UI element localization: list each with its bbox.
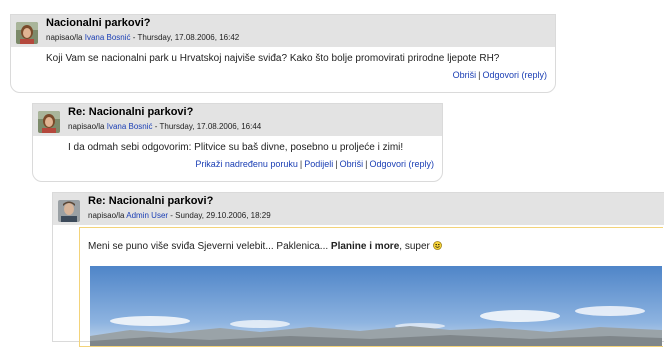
- post-date: - Thursday, 17.08.2006, 16:44: [154, 122, 262, 131]
- post-header: Nacionalni parkovi? napisao/la Ivana Bos…: [11, 15, 555, 47]
- author-link[interactable]: Admin User: [126, 211, 168, 220]
- post-message-box: Meni se puno više sviđa Sjeverni velebit…: [79, 227, 663, 347]
- post-header: Re: Nacionalni parkovi? napisao/la Ivana…: [33, 104, 442, 136]
- post-subject: Re: Nacionalni parkovi?: [88, 195, 214, 207]
- post-date: - Thursday, 17.08.2006, 16:42: [132, 33, 240, 42]
- post-header: Re: Nacionalni parkovi? napisao/la Admin…: [53, 193, 664, 225]
- post-subject: Re: Nacionalni parkovi?: [68, 106, 194, 118]
- landscape-photo: [90, 266, 662, 346]
- delete-link[interactable]: Obriši: [453, 70, 477, 80]
- woman-avatar-icon[interactable]: [16, 22, 38, 44]
- post-message: Koji Vam se nacionalni park u Hrvatskoj …: [46, 53, 500, 64]
- author-link[interactable]: Ivana Bosnić: [107, 122, 153, 131]
- post-message: Meni se puno više sviđa Sjeverni velebit…: [88, 241, 442, 252]
- message-text-bold: Planine i more: [330, 241, 400, 252]
- forum-post-2: Re: Nacionalni parkovi? napisao/la Ivana…: [32, 103, 443, 182]
- post-message: I da odmah sebi odgovorim: Plitvice su b…: [68, 142, 404, 153]
- post-meta: napisao/la Ivana Bosnić - Thursday, 17.0…: [68, 122, 261, 131]
- forum-post-1: Nacionalni parkovi? napisao/la Ivana Bos…: [10, 14, 556, 93]
- split-link[interactable]: Podijeli: [304, 159, 333, 169]
- message-text-end: , super: [399, 241, 430, 252]
- delete-link[interactable]: Obriši: [340, 159, 364, 169]
- post-commands: Prikaži nadređenu poruku | Podijeli | Obriši…: [195, 159, 434, 169]
- post-subject: Nacionalni parkovi?: [46, 17, 151, 29]
- reply-link[interactable]: Odgovori (reply): [369, 159, 434, 169]
- post-meta: napisao/la Admin User - Sunday, 29.10.20…: [88, 211, 271, 220]
- written-by-label: napisao/la: [46, 33, 83, 42]
- author-link[interactable]: Ivana Bosnić: [85, 33, 131, 42]
- reply-link[interactable]: Odgovori (reply): [482, 70, 547, 80]
- man-avatar-icon[interactable]: [58, 200, 80, 222]
- woman-avatar-icon[interactable]: [38, 111, 60, 133]
- message-text-start: Meni se puno više sviđa Sjeverni velebit…: [88, 241, 329, 252]
- post-commands: Obriši | Odgovori (reply): [452, 70, 547, 80]
- smiley-icon: [432, 241, 442, 250]
- post-date: - Sunday, 29.10.2006, 18:29: [170, 211, 271, 220]
- forum-post-3: Re: Nacionalni parkovi? napisao/la Admin…: [52, 192, 664, 347]
- show-parent-link[interactable]: Prikaži nadređenu poruku: [195, 159, 298, 169]
- written-by-label: napisao/la: [68, 122, 105, 131]
- post-meta: napisao/la Ivana Bosnić - Thursday, 17.0…: [46, 33, 239, 42]
- written-by-label: napisao/la: [88, 211, 125, 220]
